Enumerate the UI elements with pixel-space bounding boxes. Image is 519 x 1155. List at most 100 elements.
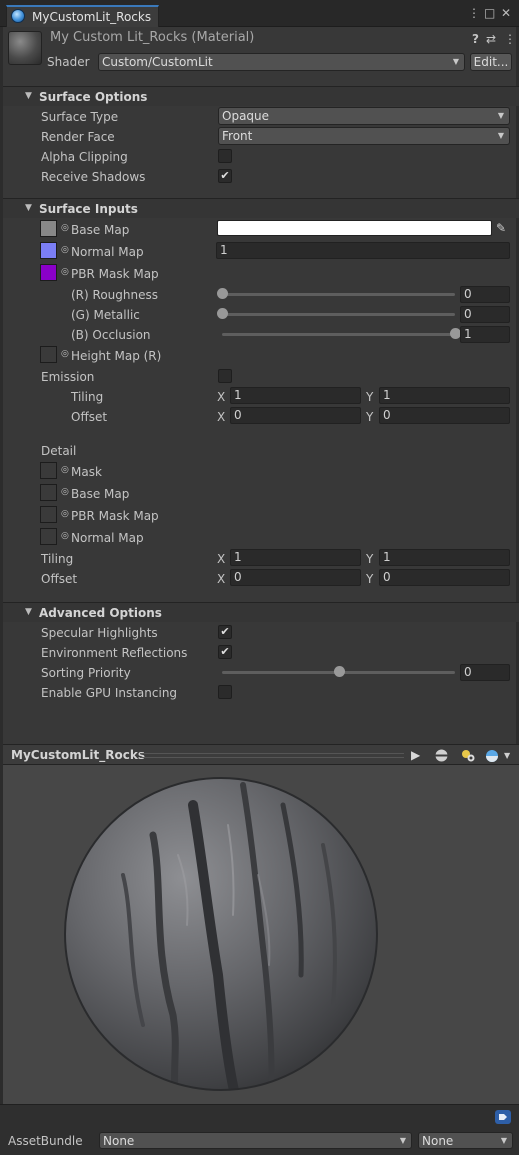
- emission-checkbox[interactable]: [218, 369, 232, 383]
- receive-shadows-checkbox[interactable]: ✔: [218, 169, 232, 183]
- metallic-slider-track[interactable]: [222, 313, 455, 316]
- maximize-icon[interactable]: □: [484, 6, 495, 20]
- material-preview[interactable]: [3, 765, 519, 1104]
- detail-tiling-y-field[interactable]: 1: [379, 549, 510, 566]
- window-tab-bar: MyCustomLit_Rocks ⋮ □ ✕: [0, 0, 519, 27]
- normal-map-scale-field[interactable]: 1: [216, 242, 510, 259]
- object-picker-icon[interactable]: ◎: [61, 223, 69, 233]
- asset-bundle-name-dropdown[interactable]: None ▼: [99, 1132, 412, 1149]
- object-picker-icon[interactable]: ◎: [61, 487, 69, 497]
- environment-reflections-checkbox[interactable]: ✔: [218, 645, 232, 659]
- detail-title: Detail: [41, 444, 77, 458]
- offset-x-field[interactable]: 0: [230, 407, 361, 424]
- settings-icon[interactable]: ⇄: [486, 32, 496, 46]
- detail-mask-texture-slot[interactable]: [40, 462, 57, 479]
- object-picker-icon[interactable]: ◎: [61, 245, 69, 255]
- detail-mask-label: Mask: [71, 465, 102, 479]
- help-icon[interactable]: ?: [472, 32, 479, 46]
- preview-lights-icon[interactable]: [460, 748, 476, 763]
- detail-tiling-x-field[interactable]: 1: [230, 549, 361, 566]
- preview-title: MyCustomLit_Rocks: [11, 748, 145, 762]
- object-picker-icon[interactable]: ◎: [61, 465, 69, 475]
- foldout-arrow-icon: ▼: [25, 91, 32, 101]
- render-face-dropdown[interactable]: Front ▼: [218, 127, 510, 145]
- environment-reflections-label: Environment Reflections: [41, 646, 188, 660]
- specular-highlights-label: Specular Highlights: [41, 626, 158, 640]
- asset-bundle-variant-value: None: [422, 1134, 454, 1148]
- detail-offset-y-label: Y: [366, 572, 374, 586]
- play-icon[interactable]: ▶: [411, 748, 420, 762]
- gpu-instancing-checkbox[interactable]: [218, 685, 232, 699]
- preview-environment-icon[interactable]: [485, 749, 499, 763]
- normal-map-texture-slot[interactable]: [40, 242, 57, 259]
- more-options-icon[interactable]: ⋮: [504, 32, 516, 46]
- base-map-label: Base Map: [71, 223, 130, 237]
- roughness-value: 0: [464, 287, 472, 301]
- occlusion-field[interactable]: 1: [460, 326, 510, 343]
- preview-drag-handle[interactable]: [140, 753, 404, 758]
- roughness-slider-knob[interactable]: [217, 288, 228, 299]
- detail-offset-x-field[interactable]: 0: [230, 569, 361, 586]
- specular-highlights-checkbox[interactable]: ✔: [218, 625, 232, 639]
- height-map-label: Height Map (R): [71, 349, 162, 363]
- sorting-priority-slider-knob[interactable]: [333, 666, 345, 677]
- advanced-options-title: Advanced Options: [39, 606, 162, 620]
- asset-bundle-name-value: None: [103, 1134, 135, 1148]
- object-picker-icon[interactable]: ◎: [61, 267, 69, 277]
- object-picker-icon[interactable]: ◎: [61, 509, 69, 519]
- shader-dropdown[interactable]: Custom/CustomLit ▼: [98, 53, 465, 71]
- detail-tiling-y-value: 1: [383, 550, 391, 564]
- detail-offset-y-field[interactable]: 0: [379, 569, 510, 586]
- occlusion-slider-track[interactable]: [222, 333, 455, 336]
- metallic-slider-knob[interactable]: [217, 308, 228, 319]
- tiling-label: Tiling: [71, 390, 104, 404]
- offset-x-label: X: [217, 410, 226, 424]
- alpha-clipping-checkbox[interactable]: [218, 149, 232, 163]
- window-menu-icon[interactable]: ⋮: [468, 6, 480, 20]
- surface-inputs-title: Surface Inputs: [39, 202, 138, 216]
- advanced-options-header[interactable]: ▼ Advanced Options: [3, 602, 519, 622]
- detail-tiling-y-label: Y: [366, 552, 374, 566]
- detail-offset-label: Offset: [41, 572, 78, 586]
- tiling-x-value: 1: [234, 388, 242, 402]
- sorting-priority-field[interactable]: 0: [460, 664, 510, 681]
- sorting-priority-value: 0: [464, 665, 472, 679]
- edit-button-label: Edit...: [473, 55, 509, 69]
- eyedropper-icon[interactable]: ✎: [496, 221, 506, 235]
- material-thumbnail: [8, 31, 42, 65]
- detail-normal-map-texture-slot[interactable]: [40, 528, 57, 545]
- pbr-mask-label: PBR Mask Map: [71, 267, 159, 281]
- close-icon[interactable]: ✕: [501, 6, 511, 20]
- tiling-x-field[interactable]: 1: [230, 387, 361, 404]
- surface-options-header[interactable]: ▼ Surface Options: [3, 86, 519, 106]
- pbr-mask-texture-slot[interactable]: [40, 264, 57, 281]
- roughness-slider-track[interactable]: [222, 293, 455, 296]
- chevron-down-icon[interactable]: ▼: [504, 751, 510, 760]
- chevron-down-icon: ▼: [500, 1136, 507, 1145]
- asset-bundle-variant-dropdown[interactable]: None ▼: [418, 1132, 513, 1149]
- detail-offset-x-label: X: [217, 572, 226, 586]
- gpu-instancing-label: Enable GPU Instancing: [41, 686, 178, 700]
- preview-sphere: [64, 777, 378, 1091]
- tiling-y-field[interactable]: 1: [379, 387, 510, 404]
- edit-shader-button[interactable]: Edit...: [470, 53, 512, 71]
- base-map-color-field[interactable]: [217, 220, 492, 236]
- height-map-texture-slot[interactable]: [40, 346, 57, 363]
- roughness-field[interactable]: 0: [460, 286, 510, 303]
- tag-icon[interactable]: [495, 1110, 511, 1124]
- offset-label: Offset: [71, 410, 108, 424]
- detail-pbr-mask-texture-slot[interactable]: [40, 506, 57, 523]
- tab-inspector[interactable]: MyCustomLit_Rocks: [6, 5, 159, 27]
- metallic-field[interactable]: 0: [460, 306, 510, 323]
- object-picker-icon[interactable]: ◎: [61, 531, 69, 541]
- offset-y-field[interactable]: 0: [379, 407, 510, 424]
- preview-header[interactable]: MyCustomLit_Rocks ▶ ▼: [3, 744, 519, 765]
- offset-y-label: Y: [366, 410, 374, 424]
- detail-base-map-texture-slot[interactable]: [40, 484, 57, 501]
- surface-inputs-header[interactable]: ▼ Surface Inputs: [3, 198, 519, 218]
- base-map-texture-slot[interactable]: [40, 220, 57, 237]
- preview-shape-sphere-icon[interactable]: [435, 749, 448, 762]
- object-picker-icon[interactable]: ◎: [61, 349, 69, 359]
- tiling-y-label: Y: [366, 390, 374, 404]
- surface-type-dropdown[interactable]: Opaque ▼: [218, 107, 510, 125]
